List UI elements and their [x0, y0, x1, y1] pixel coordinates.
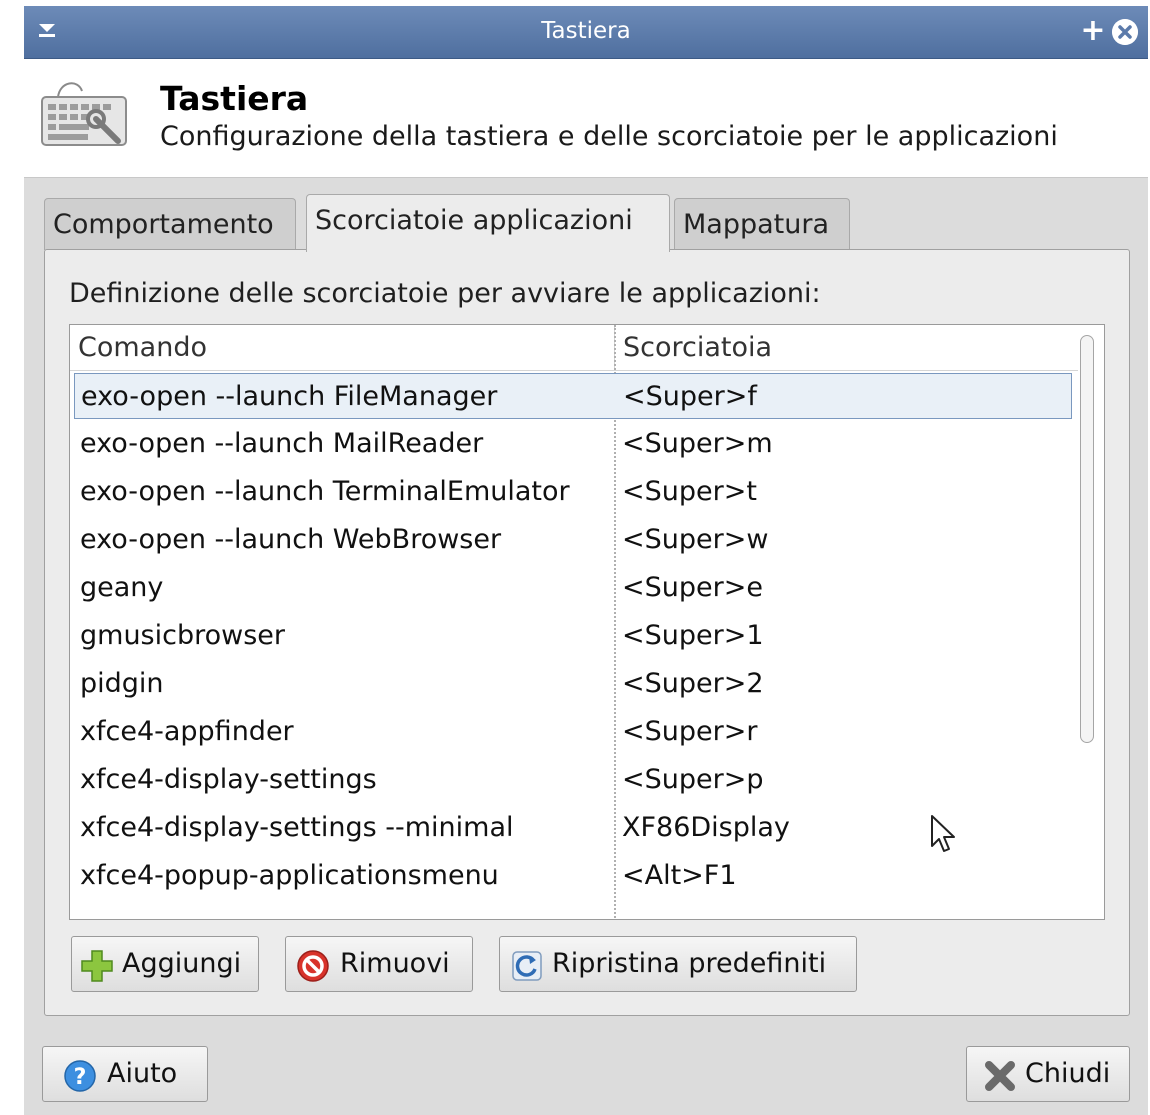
add-button-label: Aggiungi: [122, 948, 242, 979]
shortcut-cell: <Super>t: [622, 476, 757, 507]
vertical-scrollbar[interactable]: [1078, 333, 1096, 913]
table-row[interactable]: xfce4-display-settings --minimal XF86Dis…: [74, 805, 1072, 851]
scrollbar-thumb[interactable]: [1080, 335, 1094, 743]
table-row-partial[interactable]: [74, 901, 1072, 919]
header-title: Tastiera: [160, 79, 309, 118]
reload-icon: [512, 951, 542, 981]
table-row[interactable]: exo-open --launch MailReader <Super>m: [74, 421, 1072, 467]
column-header-comando[interactable]: Comando: [70, 325, 614, 371]
shortcut-cell: XF86Display: [622, 812, 790, 843]
command-cell: exo-open --launch WebBrowser: [80, 524, 502, 555]
table-row[interactable]: geany <Super>e: [74, 565, 1072, 611]
shortcut-cell: <Alt>F1: [622, 860, 737, 891]
table-row[interactable]: pidgin <Super>2: [74, 661, 1072, 707]
close-button[interactable]: Chiudi: [966, 1046, 1130, 1102]
tab-mappatura[interactable]: Mappatura: [674, 198, 850, 250]
shortcut-cell: <Super>w: [622, 524, 769, 555]
column-header-scorciatoia[interactable]: Scorciatoia: [614, 325, 1078, 371]
column-header-label: Comando: [78, 332, 207, 363]
keyboard-settings-window: Tastiera + Tastiera Configurazione della…: [24, 6, 1148, 1115]
table-row[interactable]: exo-open --launch TerminalEmulator <Supe…: [74, 469, 1072, 515]
reset-defaults-button[interactable]: Ripristina predefiniti: [499, 936, 857, 992]
svg-text:?: ?: [74, 1065, 87, 1090]
command-cell: geany: [80, 572, 164, 603]
help-button[interactable]: ? Aiuto: [42, 1046, 208, 1102]
command-cell: exo-open --launch MailReader: [80, 428, 484, 459]
tab-label: Comportamento: [53, 209, 274, 240]
tab-label: Mappatura: [683, 209, 830, 240]
remove-button-label: Rimuovi: [340, 948, 450, 979]
shortcut-cell: <Super>p: [622, 764, 764, 795]
mouse-pointer-icon: [931, 815, 955, 852]
table-row[interactable]: xfce4-appfinder <Super>r: [74, 709, 1072, 755]
header-subtitle: Configurazione della tastiera e delle sc…: [160, 121, 1058, 152]
shortcuts-page: Definizione delle scorciatoie per avviar…: [44, 249, 1130, 1016]
maximize-button[interactable]: +: [1080, 16, 1106, 46]
dialog-header: Tastiera Configurazione della tastiera e…: [24, 59, 1148, 178]
shortcut-cell: <Super>f: [623, 381, 757, 412]
table-row[interactable]: xfce4-display-settings <Super>p: [74, 757, 1072, 803]
command-cell: exo-open --launch FileManager: [81, 381, 498, 412]
plus-icon: +: [1080, 13, 1106, 48]
x-icon: [985, 1061, 1015, 1091]
shortcut-cell: <Super>2: [622, 668, 764, 699]
stop-icon: [297, 950, 329, 982]
shortcut-cell: <Super>1: [622, 620, 764, 651]
command-cell: pidgin: [80, 668, 164, 699]
table-row[interactable]: exo-open --launch FileManager <Super>f: [74, 373, 1072, 419]
command-cell: xfce4-display-settings: [80, 764, 377, 795]
table-row[interactable]: exo-open --launch WebBrowser <Super>w: [74, 517, 1072, 563]
table-row[interactable]: gmusicbrowser <Super>1: [74, 613, 1072, 659]
command-cell: gmusicbrowser: [80, 620, 285, 651]
command-cell: xfce4-popup-applicationsmenu: [80, 860, 499, 891]
command-cell: xfce4-display-settings --minimal: [80, 812, 514, 843]
section-label: Definizione delle scorciatoie per avviar…: [69, 278, 821, 309]
title-bar[interactable]: Tastiera +: [24, 6, 1148, 59]
window-title: Tastiera: [541, 18, 631, 44]
keyboard-icon: [41, 82, 127, 146]
plus-icon: [81, 950, 113, 982]
close-icon[interactable]: [1112, 19, 1138, 45]
shortcut-cell: <Super>m: [622, 428, 773, 459]
close-button-label: Chiudi: [1025, 1058, 1111, 1089]
tab-label: Scorciatoie applicazioni: [315, 205, 633, 236]
help-button-label: Aiuto: [107, 1058, 178, 1089]
tab-scorciatoie-applicazioni[interactable]: Scorciatoie applicazioni: [306, 194, 670, 252]
table-row[interactable]: xfce4-popup-applicationsmenu <Alt>F1: [74, 853, 1072, 899]
help-icon: ?: [64, 1060, 96, 1092]
tab-comportamento[interactable]: Comportamento: [44, 198, 296, 250]
command-cell: xfce4-appfinder: [80, 716, 294, 747]
remove-button[interactable]: Rimuovi: [285, 936, 473, 992]
command-cell: exo-open --launch TerminalEmulator: [80, 476, 570, 507]
reset-defaults-button-label: Ripristina predefiniti: [552, 948, 827, 979]
shortcut-cell: <Super>r: [622, 716, 758, 747]
column-header-label: Scorciatoia: [623, 332, 773, 363]
shortcut-cell: <Super>e: [622, 572, 763, 603]
add-button[interactable]: Aggiungi: [71, 936, 259, 992]
